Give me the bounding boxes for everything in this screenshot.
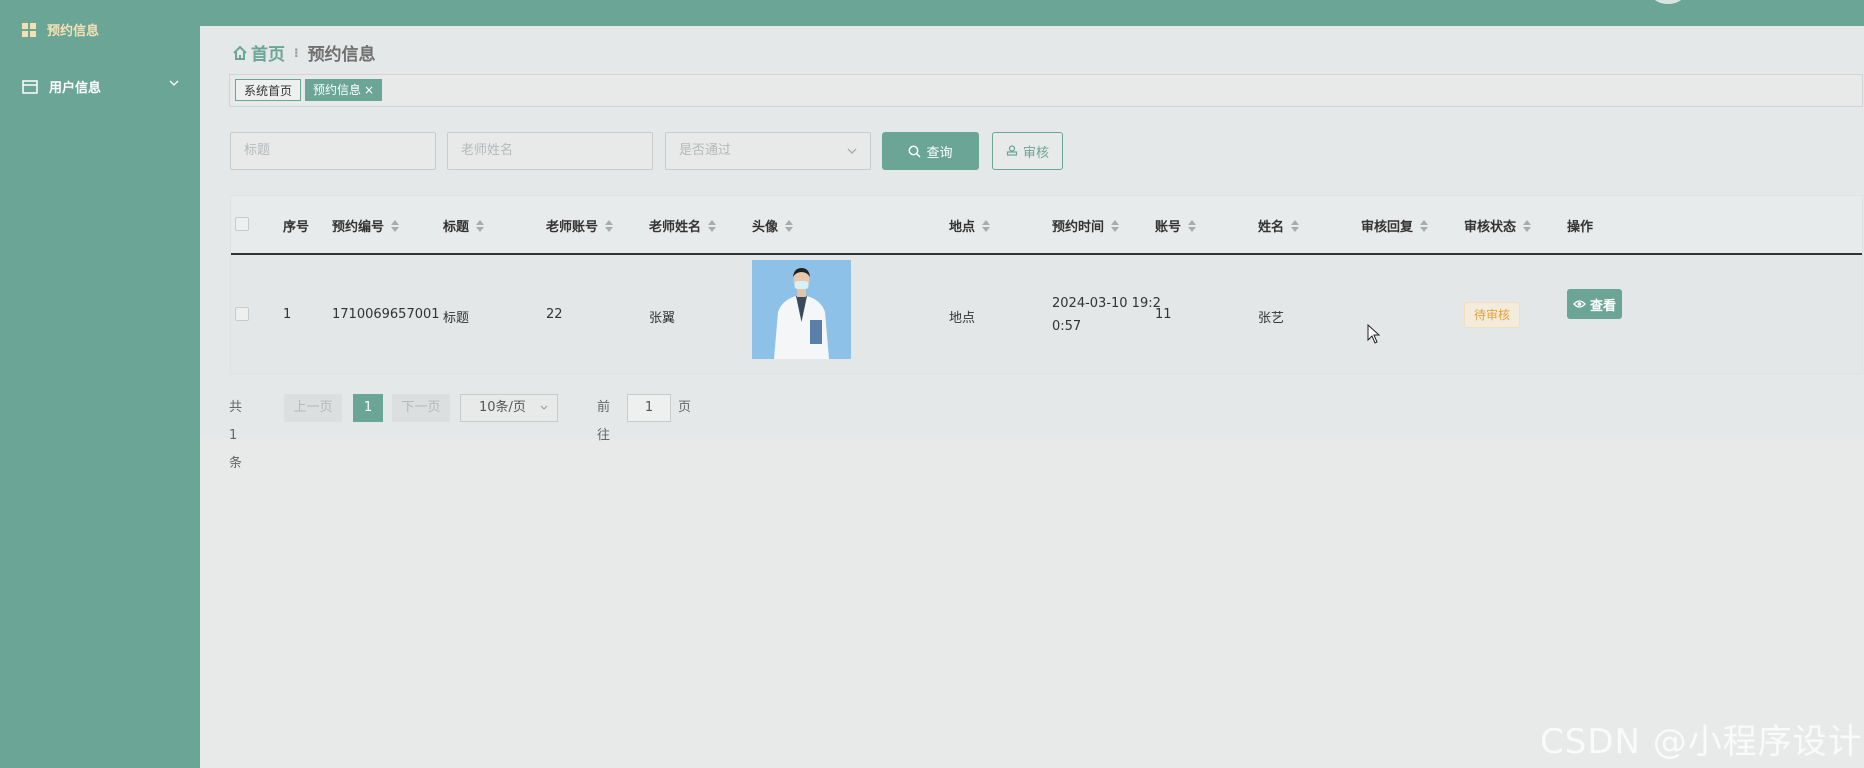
- home-icon: [233, 45, 247, 60]
- column-header-avatar[interactable]: 头像: [752, 216, 794, 235]
- main-content: 首页 ⁝ 预约信息 系统首页 预约信息 × 标题 老师姓名 是否通过 查询 审核…: [200, 26, 1864, 471]
- chevron-down-icon: [540, 405, 548, 410]
- page-size-value: 10条/页: [479, 400, 526, 415]
- chevron-down-icon: [847, 148, 857, 154]
- row-checkbox[interactable]: [235, 307, 249, 321]
- select-all-checkbox[interactable]: [235, 217, 249, 231]
- sort-icon[interactable]: [1420, 219, 1429, 232]
- sidebar-item-label: 用户信息: [49, 81, 102, 96]
- cell-name: 张艺: [1258, 311, 1285, 326]
- column-header-action: 操作: [1567, 220, 1594, 235]
- query-button[interactable]: 查询: [882, 132, 979, 170]
- tab-booking-info[interactable]: 预约信息 ×: [305, 79, 383, 101]
- teacher-name-input[interactable]: 老师姓名: [447, 132, 653, 170]
- view-button-label: 查看: [1589, 298, 1616, 314]
- pass-status-placeholder: 是否通过: [679, 143, 732, 158]
- column-header-title[interactable]: 标题: [443, 216, 485, 235]
- breadcrumb-home-label: 首页: [251, 45, 285, 65]
- goto-label: 前往: [597, 400, 611, 443]
- tab-label: 预约信息: [313, 83, 362, 97]
- column-header-time[interactable]: 预约时间: [1052, 216, 1120, 235]
- cell-account: 11: [1155, 307, 1172, 322]
- booking-table: 序号 预约编号 标题 老师账号 老师姓名 头像 地点 预约时间 账号 姓名 审核…: [230, 195, 1863, 374]
- query-button-label: 查询: [926, 145, 953, 161]
- cell-teacher-account: 22: [546, 307, 563, 322]
- table-row: 1 1710069657001 标题 22 张翼 地点 2024-03-10 1…: [231, 255, 1862, 373]
- title-placeholder: 标题: [244, 143, 271, 158]
- close-icon[interactable]: ×: [364, 83, 374, 97]
- sort-icon[interactable]: [982, 219, 991, 232]
- column-header-name[interactable]: 姓名: [1258, 216, 1300, 235]
- sidebar-item-booking-info[interactable]: 预约信息: [22, 20, 99, 39]
- cell-title: 标题: [443, 311, 470, 326]
- column-header-teacher-account[interactable]: 老师账号: [546, 216, 614, 235]
- grid-icon: [22, 22, 36, 37]
- teacher-name-placeholder: 老师姓名: [461, 143, 514, 158]
- tab-bar: 系统首页 预约信息 ×: [229, 74, 1863, 107]
- watermark: CSDN @小程序设计: [1540, 722, 1863, 762]
- avatar-image: [752, 260, 851, 359]
- column-header-teacher-name[interactable]: 老师姓名: [649, 216, 717, 235]
- column-header-status[interactable]: 审核状态: [1464, 216, 1532, 235]
- cell-booking-no: 1710069657001: [332, 307, 440, 322]
- audit-button[interactable]: 审核: [992, 132, 1063, 170]
- sidebar: 预约信息 用户信息: [0, 0, 200, 768]
- column-header-account[interactable]: 账号: [1155, 216, 1197, 235]
- sort-icon[interactable]: [1111, 219, 1120, 232]
- page-size-select[interactable]: 10条/页: [460, 394, 558, 422]
- sort-icon[interactable]: [708, 219, 717, 232]
- audit-button-label: 审核: [1022, 145, 1049, 161]
- sort-icon[interactable]: [476, 219, 485, 232]
- title-search-input[interactable]: 标题: [230, 132, 436, 170]
- next-page-button[interactable]: 下一页: [392, 394, 450, 422]
- sidebar-item-user-info[interactable]: 用户信息: [22, 77, 182, 96]
- page-unit-label: 页: [678, 400, 692, 415]
- eye-icon: [1573, 300, 1586, 308]
- cell-time-line1: 2024-03-10 19:2: [1052, 296, 1161, 311]
- sort-icon[interactable]: [1523, 219, 1532, 232]
- pass-status-select[interactable]: 是否通过: [665, 132, 871, 170]
- top-bar: [200, 0, 1864, 26]
- sidebar-item-label: 预约信息: [47, 24, 100, 39]
- cell-location: 地点: [949, 311, 976, 326]
- tab-label: 系统首页: [244, 84, 293, 98]
- prev-page-button[interactable]: 上一页: [284, 394, 342, 422]
- total-count: 共 1 条: [229, 400, 243, 471]
- sort-icon[interactable]: [1188, 219, 1197, 232]
- sort-icon[interactable]: [1291, 219, 1300, 232]
- table-header: 序号 预约编号 标题 老师账号 老师姓名 头像 地点 预约时间 账号 姓名 审核…: [231, 196, 1862, 255]
- breadcrumb-home[interactable]: 首页: [232, 40, 285, 65]
- column-header-location[interactable]: 地点: [949, 216, 991, 235]
- column-header-booking-no[interactable]: 预约编号: [332, 216, 400, 235]
- view-button[interactable]: 查看: [1567, 289, 1622, 319]
- cell-index: 1: [283, 307, 292, 322]
- breadcrumb-current: 预约信息: [307, 45, 376, 65]
- tab-system-home[interactable]: 系统首页: [235, 79, 302, 101]
- column-header-index: 序号: [283, 220, 310, 235]
- cell-teacher-name: 张翼: [649, 311, 676, 326]
- sort-icon[interactable]: [391, 219, 400, 232]
- stamp-icon: [1006, 145, 1018, 156]
- page-1-button[interactable]: 1: [353, 394, 383, 422]
- sort-icon[interactable]: [605, 219, 614, 232]
- search-icon: [909, 145, 922, 158]
- sort-icon[interactable]: [785, 219, 794, 232]
- goto-page-input[interactable]: 1: [627, 394, 671, 422]
- breadcrumb: 首页 ⁝ 预约信息: [232, 40, 376, 65]
- cell-time-line2: 0:57: [1052, 319, 1082, 334]
- window-icon: [22, 79, 38, 94]
- breadcrumb-separator: ⁝: [294, 45, 299, 60]
- avatar[interactable]: [1653, 0, 1683, 4]
- status-badge: 待审核: [1464, 302, 1521, 328]
- chevron-down-icon: [169, 80, 179, 86]
- column-header-reply[interactable]: 审核回复: [1361, 216, 1429, 235]
- mouse-cursor-icon: [1367, 324, 1381, 344]
